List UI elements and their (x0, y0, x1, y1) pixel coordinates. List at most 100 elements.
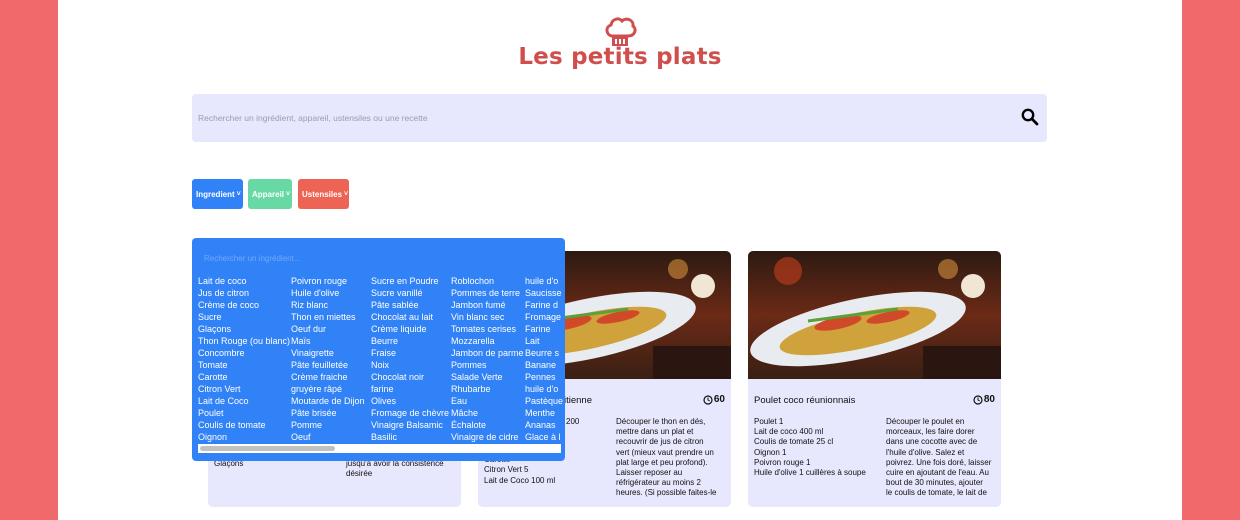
ingredient-option[interactable]: Thon en miettes (291, 311, 365, 323)
ingredient-option[interactable]: Chocolat au lait (371, 311, 449, 323)
ingredient-option[interactable]: Coulis de tomate (198, 419, 290, 431)
ingredient-option[interactable]: Menthe (525, 407, 563, 419)
ingredient-option[interactable]: Vinaigre Balsamic (371, 419, 449, 431)
ingredient-option[interactable]: Jambon de parme (451, 347, 524, 359)
ingredient-option[interactable]: Basilic (371, 431, 449, 443)
ingredient-option[interactable]: Lait (525, 335, 563, 347)
ingredient-option[interactable]: Chocolat noir (371, 371, 449, 383)
ingredient-option[interactable]: Pommes (451, 359, 524, 371)
ingredient-option[interactable]: Échalote (451, 419, 524, 431)
ingredient-option[interactable]: Lait de coco (198, 275, 290, 287)
ingredient-option[interactable]: Carotte (198, 371, 290, 383)
ingredient-option[interactable]: Sucre en Poudre (371, 275, 449, 287)
ingredient-option[interactable]: huile d'o (525, 275, 563, 287)
ingredient-option[interactable]: Beurre (371, 335, 449, 347)
ingredient-option[interactable]: Crème liquide (371, 323, 449, 335)
ingredient-option[interactable]: Thon Rouge (ou blanc) (198, 335, 290, 347)
ingredient-option[interactable]: Tomates cerises (451, 323, 524, 335)
ingredient-option[interactable]: farine (371, 383, 449, 395)
ingredient-option[interactable]: Sucre vanillé (371, 287, 449, 299)
ingredient-option[interactable]: Fraise (371, 347, 449, 359)
ingredient-line: Poulet 1 (754, 417, 784, 426)
ingredient-option[interactable]: Olives (371, 395, 449, 407)
ingredient-option[interactable]: Salade Verte (451, 371, 524, 383)
ingredient-option[interactable]: Lait de Coco (198, 395, 290, 407)
ingredient-column: Roblochon Pommes de terre Jambon fumé Vin b… (451, 275, 524, 443)
horizontal-scrollbar[interactable] (198, 444, 561, 453)
ingredient-option[interactable]: Mâche (451, 407, 524, 419)
appareil-filter-button[interactable]: Appareil ˅ (248, 179, 292, 209)
ingredient-option[interactable]: Oeuf dur (291, 323, 365, 335)
ingredient-option[interactable]: Jambon fumé (451, 299, 524, 311)
clock-icon (973, 394, 983, 405)
ingredient-option[interactable]: Poulet (198, 407, 290, 419)
ingredient-option[interactable]: Vinaigrette (291, 347, 365, 359)
ingredient-option[interactable]: Farine d (525, 299, 563, 311)
ingredient-option[interactable]: Vinaigre de cidre (451, 431, 524, 443)
description-line: mettre dans un plat et (616, 427, 694, 437)
scrollbar-thumb[interactable] (200, 446, 335, 451)
ingredient-option[interactable]: Farine (525, 323, 563, 335)
description-line: cuire en ajoutant de l'eau. Au (886, 468, 989, 478)
ingredient-line: 200 (566, 417, 580, 426)
recipe-time: 60 (703, 394, 725, 405)
ingredient-line: Coulis de tomate 25 cl (754, 437, 834, 447)
ingredient-option[interactable]: huile d'o (525, 383, 563, 395)
ingredient-option[interactable]: Oignon (198, 431, 290, 443)
ingredient-column: Lait de coco Jus de citron Crème de coco Su… (198, 275, 290, 443)
recipe-title: Poulet coco réunionnais (754, 395, 856, 406)
ingredient-option[interactable]: Concombre (198, 347, 290, 359)
ingredient-option[interactable]: Rhubarbe (451, 383, 524, 395)
recipe-card[interactable]: Poulet coco réunionnais 80 Poulet 1 Lait… (748, 251, 1001, 507)
recipe-title: itienne (564, 395, 592, 406)
ingredient-option[interactable]: Pomme (291, 419, 365, 431)
search-icon[interactable] (1021, 108, 1039, 126)
ingredient-line: Huile d'olive 1 cuillères à soupe (754, 468, 866, 478)
ingredient-option[interactable]: Citron Vert (198, 383, 290, 395)
search-input[interactable] (198, 94, 998, 142)
ingredient-option[interactable]: Banane (525, 359, 563, 371)
ingredient-option[interactable]: Pâte brisée (291, 407, 365, 419)
description-line: dans une cocotte avec de (886, 437, 978, 447)
ingredient-option[interactable]: Sucre (198, 311, 290, 323)
ingredient-line: Poivron rouge 1 (754, 457, 811, 467)
clock-icon (703, 394, 713, 405)
ingredient-option[interactable]: Beurre s (525, 347, 563, 359)
ingredient-option[interactable]: Poivron rouge (291, 275, 365, 287)
page: Les petits plats Ingredient ˅ Appareil ˅… (58, 0, 1182, 520)
ingredient-option[interactable]: Maïs (291, 335, 365, 347)
ingredient-option[interactable]: Pennes (525, 371, 563, 383)
ingredient-option[interactable]: Glaçons (198, 323, 290, 335)
ingredient-option[interactable]: Pâte sablée (371, 299, 449, 311)
ingredient-option[interactable]: Pâte feuilletée (291, 359, 365, 371)
ingredient-search-input[interactable] (204, 250, 504, 266)
ingredient-option[interactable]: Eau (451, 395, 524, 407)
recipe-ingredients: Poulet 1 Lait de coco 400 ml Coulis de t… (754, 417, 866, 478)
description-line: l'huile d'olive. Salez et (886, 447, 965, 457)
ingredient-option[interactable]: Huile d'olive (291, 287, 365, 299)
ingredient-option[interactable]: Vin blanc sec (451, 311, 524, 323)
ingredient-filter-button[interactable]: Ingredient ˅ (192, 179, 243, 209)
ingredient-option[interactable]: Saucisse (525, 287, 563, 299)
ingredient-option[interactable]: Oeuf (291, 431, 365, 443)
ingredient-option[interactable]: Glace à l (525, 431, 563, 443)
ingredient-option[interactable]: Tomate (198, 359, 290, 371)
search-bar (192, 94, 1047, 142)
ingredient-option[interactable]: Mozzarella (451, 335, 524, 347)
ingredient-option[interactable]: Fromage de chèvre (371, 407, 449, 419)
ingredient-option[interactable]: Jus de citron (198, 287, 290, 299)
ingredient-option[interactable]: gruyère râpé (291, 383, 365, 395)
recipe-card-body: Poulet coco réunionnais 80 Poulet 1 Lait… (748, 379, 1001, 507)
ingredient-option[interactable]: Pastèque (525, 395, 563, 407)
ingredient-option[interactable]: Ananas (525, 419, 563, 431)
appareil-filter-label: Appareil (252, 189, 285, 199)
ingredient-option[interactable]: Crème fraiche (291, 371, 365, 383)
ingredient-option[interactable]: Riz blanc (291, 299, 365, 311)
ustensiles-filter-button[interactable]: Ustensiles ˅ (298, 179, 349, 209)
ingredient-option[interactable]: Fromage (525, 311, 563, 323)
ingredient-option[interactable]: Crème de coco (198, 299, 290, 311)
ingredient-option[interactable]: Moutarde de Dijon (291, 395, 365, 407)
ingredient-option[interactable]: Pommes de terre (451, 287, 524, 299)
ingredient-option[interactable]: Noix (371, 359, 449, 371)
ingredient-option[interactable]: Roblochon (451, 275, 524, 287)
